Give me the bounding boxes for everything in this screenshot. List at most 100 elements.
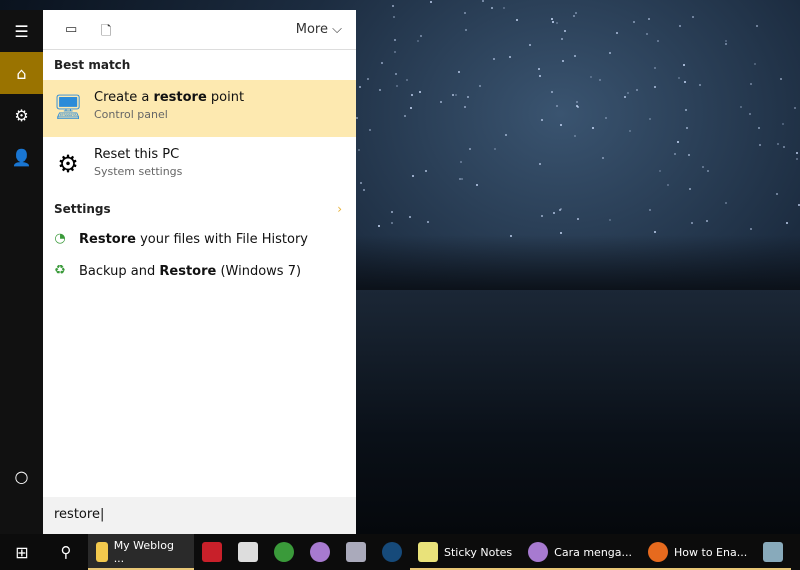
star [628, 129, 631, 132]
taskbar-sticky-notes[interactable]: Sticky Notes [410, 534, 521, 570]
star [366, 77, 369, 80]
onenote-icon [528, 542, 549, 562]
star [395, 84, 398, 87]
star [706, 169, 709, 172]
star [505, 133, 507, 136]
apps-filter-icon[interactable]: ▭ [65, 22, 77, 37]
wallpaper-lake [356, 290, 800, 534]
star [608, 51, 611, 54]
cortana-circle-icon[interactable]: ○ [0, 455, 43, 497]
taskbar-file-explorer[interactable]: My Weblog ... [88, 534, 194, 570]
star [476, 183, 479, 186]
star [793, 106, 796, 109]
taskbar-system[interactable] [755, 534, 792, 570]
star [759, 143, 761, 146]
autocad-icon [202, 542, 222, 562]
star [439, 100, 442, 103]
star [502, 6, 505, 9]
taskbar-autocad[interactable] [194, 534, 230, 570]
star [430, 0, 433, 3]
taskbar: ⊞ ⚲ My Weblog ... Sticky Notes Cara meng… [0, 534, 800, 570]
taskbar-idm[interactable] [266, 534, 302, 570]
resource-monitor-icon [346, 542, 366, 562]
best-match-heading: Best match [54, 58, 131, 72]
star [394, 50, 397, 53]
folder-icon [96, 542, 108, 562]
settings-heading[interactable]: Settings › [43, 194, 356, 224]
star [509, 55, 512, 58]
star [690, 221, 693, 224]
result-create-restore-point[interactable]: 🖥 Create a restore point Control panel [43, 80, 356, 137]
star [368, 128, 371, 131]
system-icon [763, 542, 784, 562]
hamburger-menu-icon[interactable]: ☰ [0, 10, 43, 52]
star [615, 31, 618, 34]
star [416, 39, 419, 42]
search-results-panel: ▭ 🗋 More ⌵ Best match 🖥 Create a restore… [43, 10, 356, 534]
windows-start-icon[interactable]: ⊞ [0, 534, 44, 570]
result-file-history[interactable]: ◔ Restore your files with File History [43, 224, 356, 256]
star [357, 148, 360, 151]
star [381, 61, 384, 64]
star [478, 84, 481, 87]
star [635, 88, 638, 91]
star [418, 90, 421, 93]
result-backup-restore[interactable]: ♻ Backup and Restore (Windows 7) [43, 256, 356, 288]
star [515, 18, 518, 21]
documents-filter-icon[interactable]: 🗋 [101, 22, 111, 44]
taskbar-firefox[interactable]: How to Ena... [640, 534, 756, 570]
star [551, 90, 554, 93]
feedback-icon[interactable]: 👤 [0, 136, 43, 178]
taskbar-media-player[interactable] [230, 534, 266, 570]
search-icon[interactable]: ⚲ [44, 534, 88, 570]
star [553, 211, 556, 214]
computer-icon: 🖥 [53, 93, 84, 121]
star [658, 169, 661, 172]
star [390, 210, 393, 213]
star [393, 39, 396, 42]
star [424, 169, 427, 172]
gear-icon: ⚙ [57, 150, 79, 178]
star [509, 234, 512, 237]
star [411, 93, 413, 96]
star [559, 232, 562, 235]
firefox-icon [648, 542, 669, 562]
start-sidebar: ☰ ⌂ ⚙ 👤 ○ [0, 10, 43, 534]
star [455, 93, 458, 96]
star [749, 227, 752, 230]
taskbar-eclipse[interactable] [374, 534, 410, 570]
star [776, 192, 779, 195]
more-filters-button[interactable]: More ⌵ [296, 22, 342, 37]
sticky-notes-icon [418, 542, 438, 562]
star [359, 181, 362, 184]
star [633, 20, 636, 23]
star [653, 230, 656, 233]
star [677, 76, 680, 79]
star [705, 219, 708, 222]
star [748, 112, 751, 115]
star [426, 220, 429, 223]
taskbar-onenote-window[interactable]: Cara menga... [520, 534, 640, 570]
download-manager-icon [274, 542, 294, 562]
star [604, 116, 607, 119]
backup-restore-icon: ♻ [54, 263, 66, 278]
wallpaper-trees [356, 235, 800, 295]
star [528, 44, 531, 47]
star [409, 106, 412, 109]
star [555, 21, 558, 24]
taskbar-monitor[interactable] [338, 534, 374, 570]
chevron-right-icon[interactable]: › [337, 202, 342, 216]
star [541, 214, 544, 217]
star [645, 32, 648, 35]
settings-gear-icon[interactable]: ⚙ [0, 94, 43, 136]
taskbar-onenote[interactable] [302, 534, 338, 570]
star [797, 203, 800, 206]
star [739, 105, 742, 108]
star [685, 126, 688, 129]
star [755, 25, 758, 28]
onenote-cloud-icon [310, 542, 330, 562]
result-reset-this-pc[interactable]: ⚙ Reset this PC System settings [43, 137, 356, 194]
search-input[interactable]: restore| [43, 497, 356, 534]
eclipse-icon [382, 542, 402, 562]
home-icon[interactable]: ⌂ [0, 52, 43, 94]
